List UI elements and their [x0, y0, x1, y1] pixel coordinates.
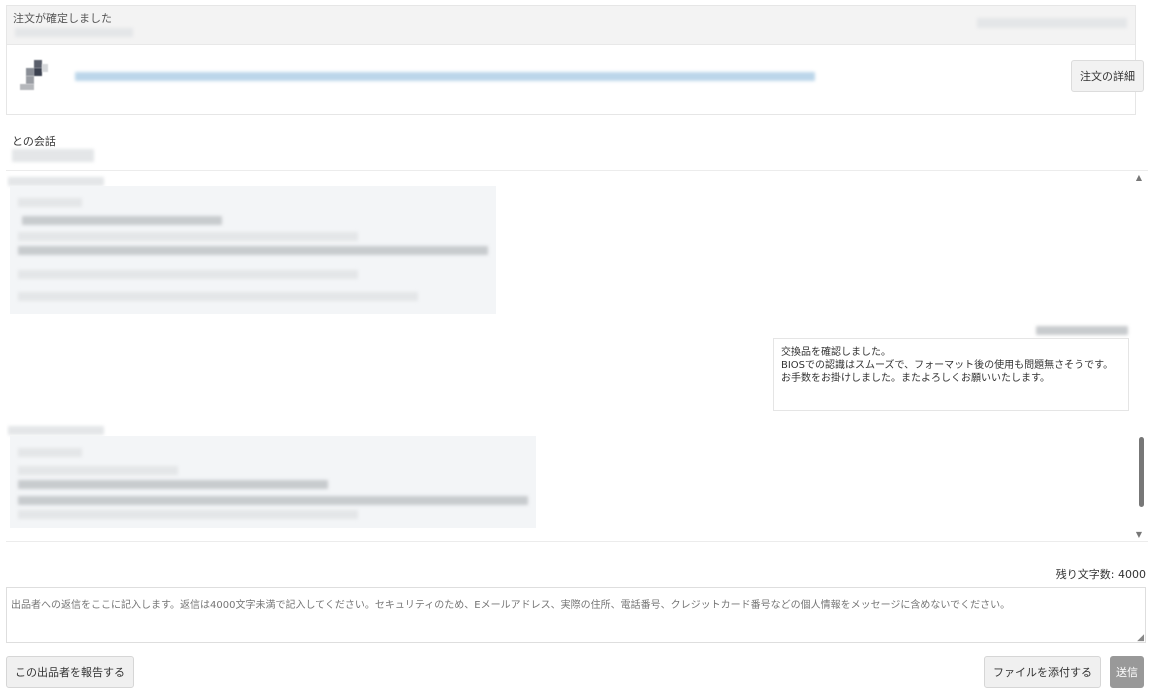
my-message-bubble: 交換品を確認しました。 BIOSでの認識はスムーズで、フォーマット後の使用も問題…: [773, 338, 1129, 411]
message-line-redacted: [18, 480, 328, 489]
seller-message-bubble: [10, 436, 536, 528]
message-line-redacted: [18, 466, 178, 475]
order-card-header: 注文が確定しました: [7, 6, 1135, 45]
remaining-characters: 残り文字数: 4000: [1055, 568, 1146, 581]
message-line-redacted: [18, 232, 358, 241]
send-button[interactable]: 送信: [1110, 656, 1144, 688]
product-title-link-redacted[interactable]: [75, 72, 815, 81]
seller-message-bubble: [10, 186, 496, 314]
scrollbar-thumb[interactable]: [1139, 437, 1144, 507]
seller-name-redacted: [12, 149, 94, 162]
message-sender-redacted: [1036, 326, 1128, 335]
conversation-label: との会話: [12, 135, 56, 148]
order-date-redacted: [977, 18, 1127, 28]
my-message-line: 交換品を確認しました。: [781, 347, 891, 358]
order-status-title: 注文が確定しました: [13, 12, 112, 25]
message-sender-redacted: [8, 177, 104, 186]
order-detail-button[interactable]: 注文の詳細: [1071, 60, 1144, 92]
message-line-redacted: [18, 448, 82, 457]
order-confirmation-card: 注文が確定しました: [6, 5, 1136, 115]
reply-textarea[interactable]: [6, 587, 1146, 643]
message-line-redacted: [18, 270, 358, 279]
my-message-line: お手数をお掛けしました。またよろしくお願いいたします。: [781, 373, 1050, 384]
message-line-redacted: [18, 246, 488, 255]
message-line-redacted: [18, 198, 82, 207]
scroll-up-icon[interactable]: ▲: [1136, 173, 1142, 182]
message-sender-redacted: [8, 426, 104, 435]
product-thumbnail[interactable]: [20, 60, 50, 90]
resize-icon[interactable]: ◢: [1137, 633, 1144, 643]
order-number-redacted: [15, 28, 133, 37]
message-line-redacted: [18, 510, 358, 519]
scroll-down-icon[interactable]: ▼: [1136, 530, 1142, 539]
message-line-redacted: [18, 496, 528, 505]
message-line-redacted: [18, 292, 418, 301]
message-line-redacted: [22, 216, 222, 225]
message-thread[interactable]: 交換品を確認しました。 BIOSでの認識はスムーズで、フォーマット後の使用も問題…: [6, 170, 1148, 542]
attach-file-button[interactable]: ファイルを添付する: [984, 656, 1101, 688]
my-message-line: BIOSでの認識はスムーズで、フォーマット後の使用も問題無さそうです。: [781, 360, 1114, 371]
message-scrollbar[interactable]: ▲ ▼: [1134, 171, 1144, 541]
report-seller-button[interactable]: この出品者を報告する: [6, 656, 134, 688]
